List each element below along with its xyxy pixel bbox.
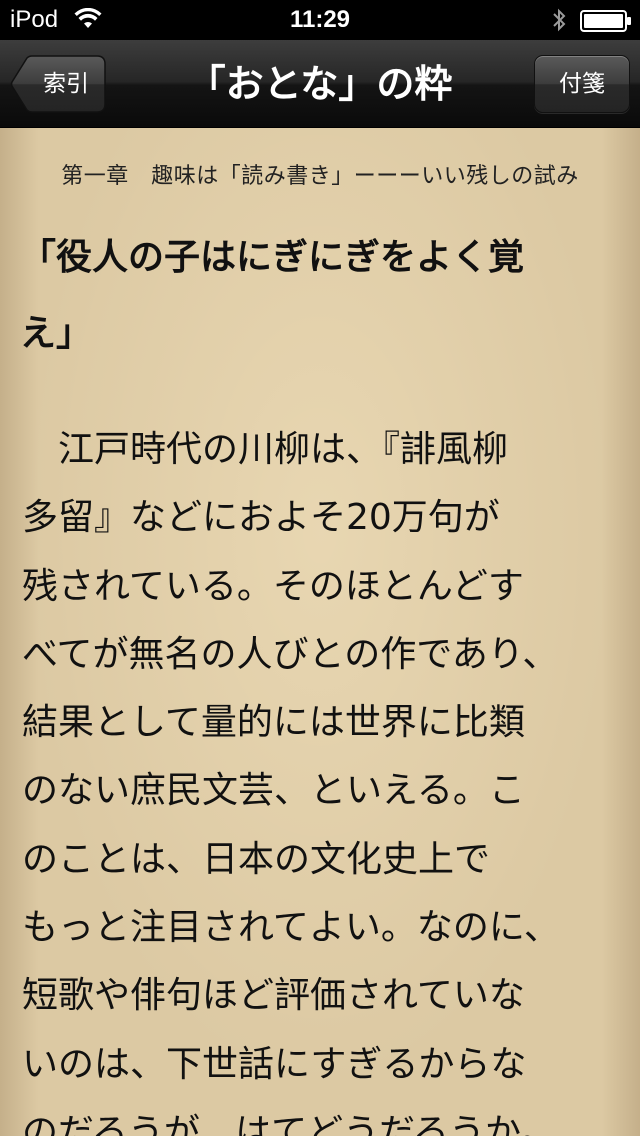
section-title: 「役人の子はにぎにぎをよく覚 え」 [20,220,620,372]
section-title-line: え」 [20,313,93,354]
body-line: いのは、下世話にすぎるからな [22,1043,527,1085]
bluetooth-icon [553,8,566,32]
bookmark-button[interactable]: 付箋 [534,55,630,113]
chapter-header: 第一章 趣味は「読み書き」ーーーいい残しの試み [61,164,579,189]
body-text: 江戸時代の川柳は、『誹風柳 多留』などにおよそ20万句が 残されている。そのほと… [22,416,622,1136]
book-title: 「おとな」の粋 [187,62,453,106]
body-line: 結果として量的には世界に比類 [22,702,525,744]
back-button[interactable]: 索引 [10,55,106,113]
navigation-bar: 索引 「おとな」の粋 付箋 [0,40,640,128]
clock: 11:29 [289,6,351,33]
body-line: のことは、日本の文化史上で [22,838,491,880]
back-button-label: 索引 [43,71,89,97]
body-line: のない庶民文芸、といえる。こ [22,770,525,812]
reading-page[interactable]: 第一章 趣味は「読み書き」ーーーいい残しの試み 「役人の子はにぎにぎをよく覚 え… [0,128,640,1136]
body-line: 残されている。そのほとんどす [22,565,524,607]
body-line: べてが無名の人びとの作であり、 [22,633,559,675]
body-line: のだろうが、はてどうだろうか。 [22,1111,557,1136]
body-line: もっと注目されてよい。なのに、 [22,907,560,949]
section-title-line: 「役人の子はにぎにぎをよく覚 [20,237,525,278]
body-line: 江戸時代の川柳は、『誹風柳 [22,429,509,470]
body-line: 多留』などにおよそ20万句が [22,497,500,539]
status-bar: iPod 11:29 [0,0,640,40]
body-line: 短歌や俳句ほど評価されていな [22,975,525,1017]
battery-icon [580,10,631,32]
